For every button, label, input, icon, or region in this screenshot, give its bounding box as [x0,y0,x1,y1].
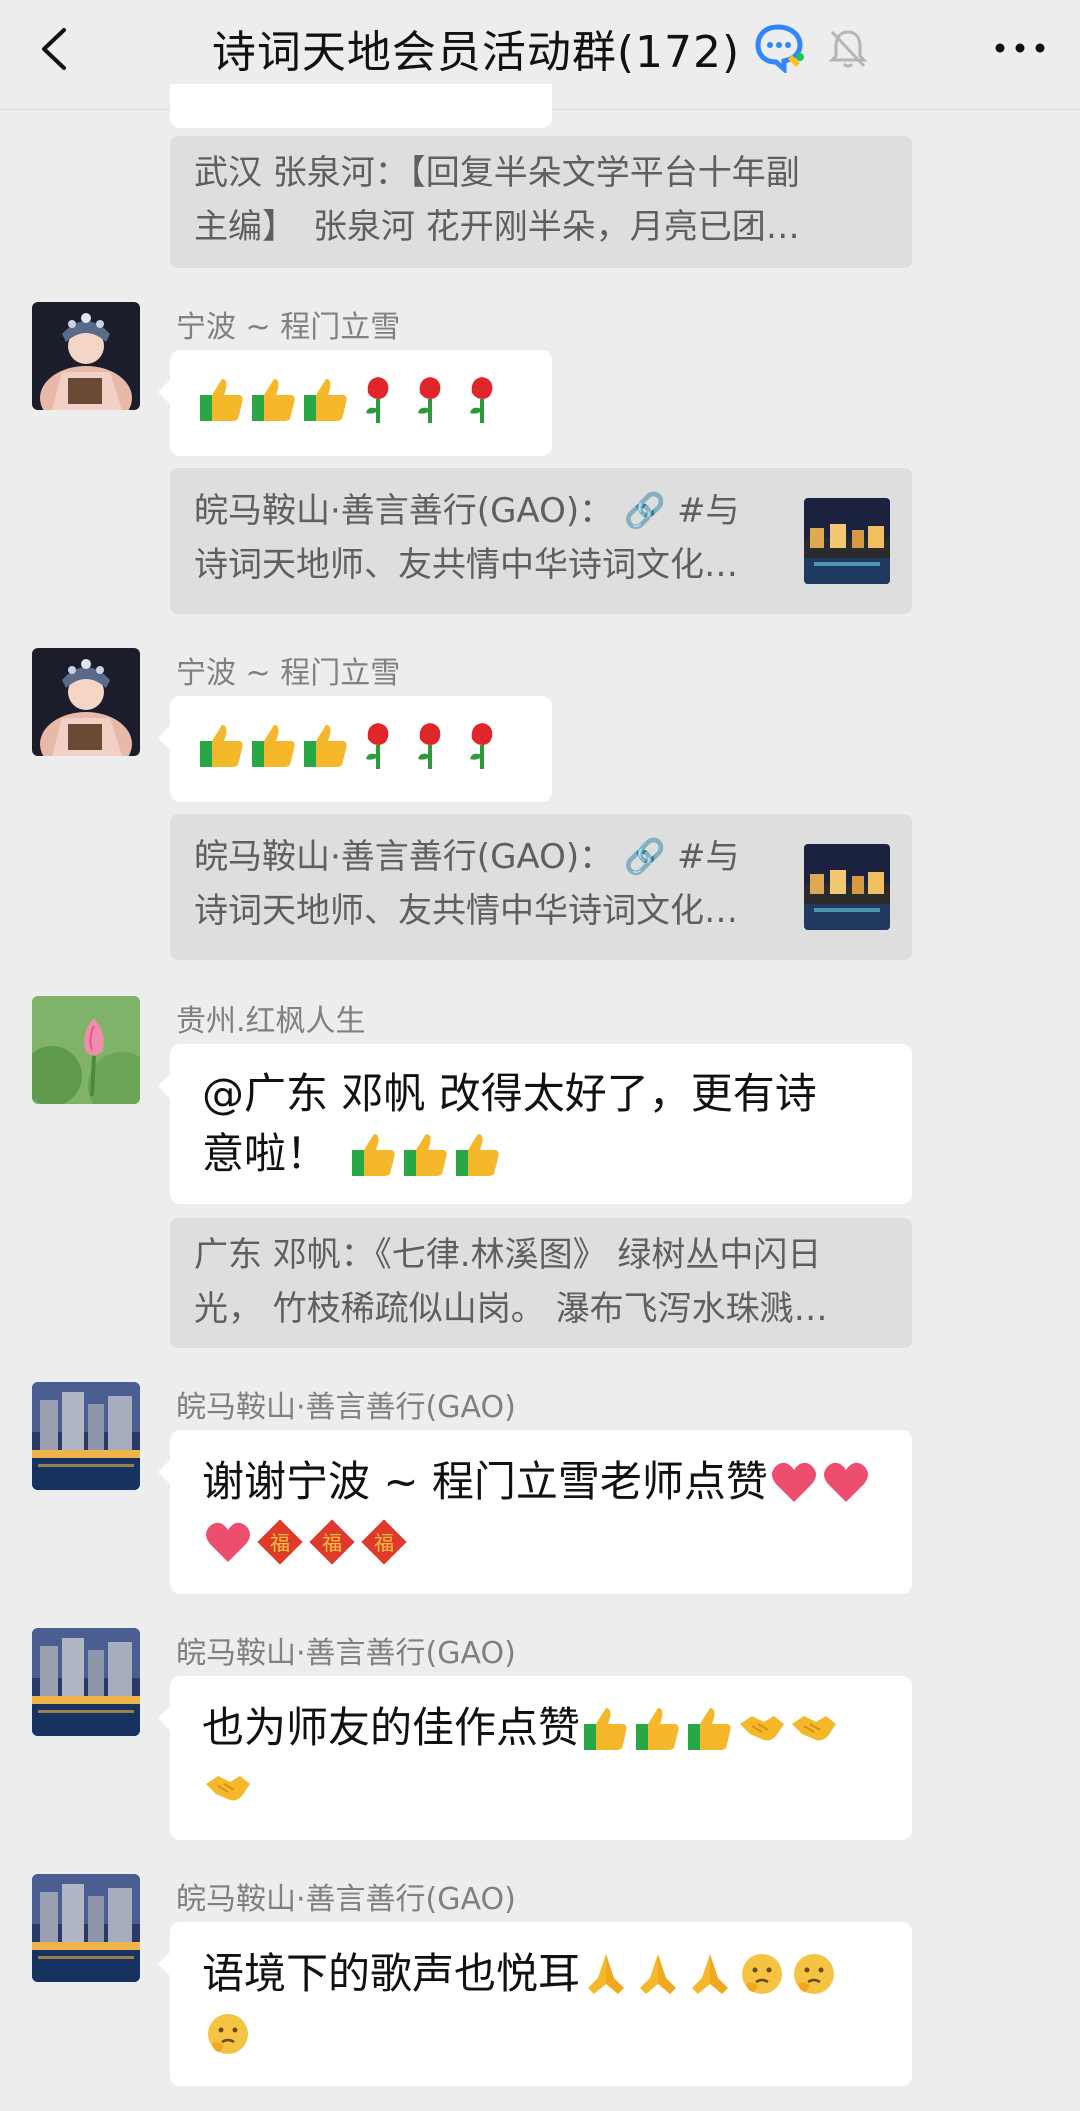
avatar[interactable] [32,1628,140,1736]
message-text: 谢谢宁波 ~ 程门立雪老师点赞 [202,1457,768,1506]
message-text: @广东 邓帆 改得太好了，更有诗 [202,1069,817,1118]
handshake-icon [202,1762,254,1814]
title-bar: 诗词天地会员活动群(172) [0,18,1080,78]
thumbs-up-icon [684,1702,736,1754]
quote-line: 皖马鞍山·善言善行(GAO)： 🔗 #与 [194,491,740,531]
more-dots-icon[interactable] [990,30,1050,66]
avatar[interactable] [32,1874,140,1982]
message-text: 意啦！ [202,1129,329,1178]
fu-blessing-icon: 福 [306,1516,358,1568]
sender-name: 宁波 ~ 程门立雪 [176,656,401,691]
emoji-row [196,719,526,771]
quoted-reply[interactable]: 广东 邓帆：《七律.林溪图》 绿树丛中闪日 光， 竹枝稀疏似山岗。 瀑布飞泻水珠… [170,1218,912,1348]
avatar[interactable] [32,1382,140,1490]
praying-hands-icon [684,1948,736,2000]
thumbs-up-icon [400,1128,452,1180]
sender-name: 贵州.红枫人生 [176,1004,366,1039]
avatar-lotus-icon [32,996,140,1104]
avatar-cityscape-icon [32,1628,140,1736]
rose-icon [456,373,508,425]
thumbs-up-icon [300,719,352,771]
fu-blessing-icon: 福 [358,1516,410,1568]
message-bubble[interactable]: 也为师友的佳作点赞 [158,1676,912,1840]
link-thumbnail [804,498,890,584]
message-bubble[interactable] [158,350,552,456]
quoted-reply[interactable]: 皖马鞍山·善言善行(GAO)： 🔗 #与 诗词天地师、友共情中华诗词文化… [170,814,912,960]
rose-icon [404,719,456,771]
avatar[interactable] [32,648,140,756]
message-text: 语境下的歌声也悦耳 [202,1949,581,1998]
avatar-opera-icon [32,302,140,410]
thinking-face-icon [736,1948,788,2000]
link-thumbnail [804,844,890,930]
thinking-face-icon [788,1948,840,2000]
handshake-icon [788,1702,840,1754]
rose-icon [352,719,404,771]
sender-name: 皖马鞍山·善言善行(GAO) [176,1882,516,1917]
quoted-reply[interactable]: 皖马鞍山·善言善行(GAO)： 🔗 #与 诗词天地师、友共情中华诗词文化… [170,468,912,614]
quote-line: 主编】 张泉河 花开刚半朵，月亮已团… [194,207,800,247]
message-bubble[interactable]: 语境下的歌声也悦耳 [158,1922,912,2086]
cut-off-bubble [170,84,552,128]
avatar[interactable] [32,996,140,1104]
page-title: 诗词天地会员活动群(172) [211,27,741,78]
sender-name: 皖马鞍山·善言善行(GAO) [176,1636,516,1671]
avatar-opera-icon [32,648,140,756]
thumbs-up-icon [248,373,300,425]
rose-icon [404,373,456,425]
thumbs-up-icon [196,373,248,425]
avatar-cityscape-icon [32,1874,140,1982]
message-bubble[interactable]: 谢谢宁波 ~ 程门立雪老师点赞 福 福 福 [158,1430,912,1594]
praying-hands-icon [632,1948,684,2000]
sender-name: 宁波 ~ 程门立雪 [176,310,401,345]
heart-icon [202,1516,254,1568]
svg-text:福: 福 [270,1531,290,1555]
avatar-cityscape-icon [32,1382,140,1490]
handshake-icon [736,1702,788,1754]
quoted-reply[interactable]: 武汉 张泉河：【回复半朵文学平台十年副 主编】 张泉河 花开刚半朵，月亮已团… [170,136,912,268]
sender-name: 皖马鞍山·善言善行(GAO) [176,1390,516,1425]
thinking-face-icon [202,2008,254,2060]
quote-line: 诗词天地师、友共情中华诗词文化… [194,891,738,931]
thumbs-up-icon [196,719,248,771]
thumbs-up-icon [300,373,352,425]
chat-bubble-icon[interactable] [754,23,806,73]
quote-line: 武汉 张泉河：【回复半朵文学平台十年副 [194,153,800,193]
fu-blessing-icon: 福 [254,1516,306,1568]
message-bubble[interactable]: @广东 邓帆 改得太好了，更有诗 意啦！ [158,1044,912,1204]
thumbs-up-icon [632,1702,684,1754]
bell-off-icon[interactable] [828,26,868,70]
quote-line: 广东 邓帆：《七律.林溪图》 绿树丛中闪日 [194,1235,822,1275]
thumbs-up-icon [348,1128,400,1180]
quote-line: 诗词天地师、友共情中华诗词文化… [194,545,738,585]
message-bubble[interactable] [158,696,552,802]
emoji-row [196,373,526,425]
message-text: 也为师友的佳作点赞 [202,1703,581,1752]
rose-icon [352,373,404,425]
svg-text:福: 福 [374,1531,394,1555]
quote-line: 皖马鞍山·善言善行(GAO)： 🔗 #与 [194,837,740,877]
rose-icon [456,719,508,771]
thumbs-up-icon [580,1702,632,1754]
praying-hands-icon [580,1948,632,2000]
heart-icon [768,1456,820,1508]
thumbs-up-icon [452,1128,504,1180]
thumbs-up-icon [248,719,300,771]
heart-icon [820,1456,872,1508]
quote-line: 光， 竹枝稀疏似山岗。 瀑布飞泻水珠溅… [194,1289,828,1329]
svg-text:福: 福 [322,1531,342,1555]
avatar[interactable] [32,302,140,410]
